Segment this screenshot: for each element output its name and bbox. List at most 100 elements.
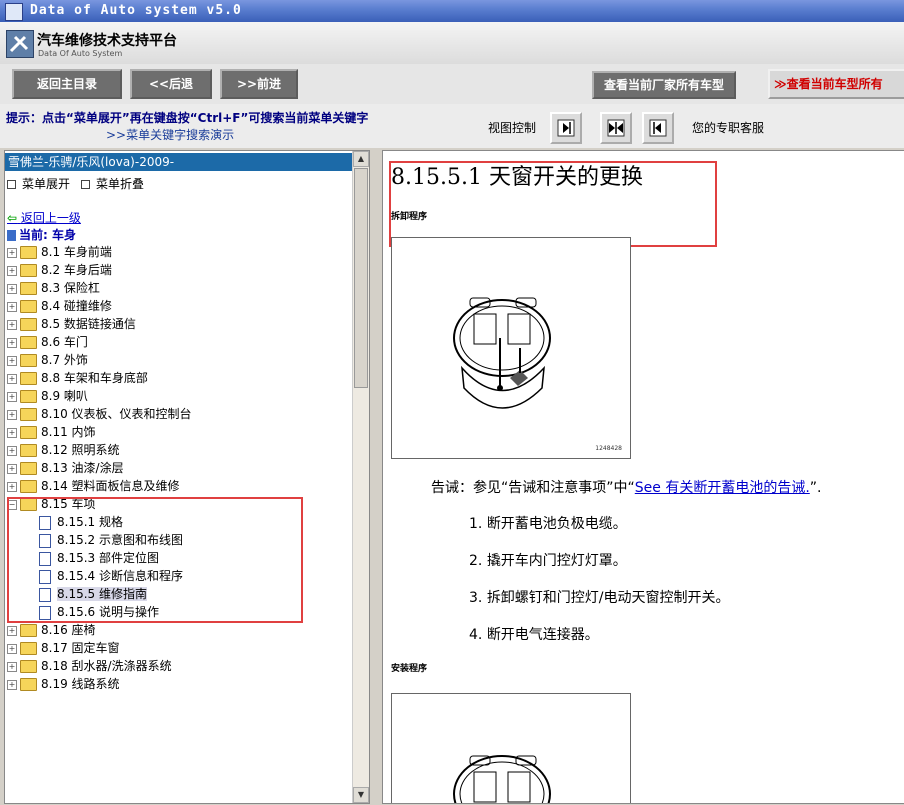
tree-item[interactable]: +8.6 车门: [7, 333, 88, 351]
tree-item[interactable]: +8.7 外饰: [7, 351, 88, 369]
battery-warning-link[interactable]: See 有关断开蓄电池的告诫.: [635, 480, 810, 496]
tree-item-label: 8.10 仪表板、仪表和控制台: [41, 407, 192, 421]
tree-item-label: 8.11 内饰: [41, 425, 96, 439]
forward-button[interactable]: >>前进: [220, 69, 298, 99]
tree-item-label: 8.8 车架和车身底部: [41, 371, 148, 385]
folder-icon: [20, 246, 37, 259]
green-arrow-left-icon: ⇦: [7, 211, 18, 225]
window-titlebar[interactable]: Data of Auto system v5.0: [0, 0, 904, 22]
tools-logo-icon: [6, 30, 34, 58]
folder-icon: [20, 624, 37, 637]
tree-item[interactable]: +8.13 油漆/涂层: [7, 459, 124, 477]
tree-item[interactable]: +8.11 内饰: [7, 423, 96, 441]
tree-item-label: 8.7 外饰: [41, 353, 88, 367]
tree-item-label: 8.17 固定车窗: [41, 641, 120, 655]
folder-icon: [20, 282, 37, 295]
step-item: 4. 断开电气连接器。: [469, 624, 599, 644]
collapse-box-icon: [81, 180, 90, 189]
view-expand-right-button[interactable]: [550, 112, 582, 144]
tree-item[interactable]: +8.17 固定车窗: [7, 639, 120, 657]
tree-item[interactable]: +8.4 碰撞维修: [7, 297, 112, 315]
tree-item-label: 8.9 喇叭: [41, 389, 88, 403]
highlight-box: [7, 497, 303, 623]
figure1-number: 1248428: [595, 445, 622, 452]
window-title: Data of Auto system v5.0: [30, 3, 242, 18]
warning-text: 告诫：参见“告诫和注意事项”中“See 有关断开蓄电池的告诫.”.: [431, 477, 821, 497]
step-number: 2.: [469, 553, 483, 569]
tree-item[interactable]: +8.16 座椅: [7, 621, 96, 639]
tree-item[interactable]: +8.3 保险杠: [7, 279, 100, 297]
folder-icon: [20, 462, 37, 475]
split-arrows-icon: [607, 119, 625, 137]
tree-item-label: 8.14 塑料面板信息及维修: [41, 479, 180, 493]
step-item: 1. 断开蓄电池负极电缆。: [469, 513, 627, 533]
back-up-link[interactable]: ⇦ 返回上一级: [7, 209, 81, 226]
tree-item[interactable]: +8.18 刮水器/洗涤器系统: [7, 657, 172, 675]
plus-icon: +: [7, 463, 17, 474]
panel-splitter[interactable]: [370, 150, 380, 802]
scroll-down-icon[interactable]: ▼: [353, 787, 369, 803]
current-model-button[interactable]: ≫查看当前车型所有: [768, 69, 904, 99]
search-demo-link[interactable]: >>菜单关键字搜索演示: [106, 126, 234, 143]
scroll-thumb[interactable]: [354, 168, 368, 388]
tree-item[interactable]: +8.5 数据链接通信: [7, 315, 136, 333]
tree-item[interactable]: +8.12 照明系统: [7, 441, 120, 459]
install-heading: 安装程序: [391, 664, 428, 674]
home-button[interactable]: 返回主目录: [12, 69, 122, 99]
tree-item-label: 8.13 油漆/涂层: [41, 461, 124, 475]
app-name: 汽车维修技术支持平台: [37, 33, 177, 49]
plus-icon: +: [7, 445, 17, 456]
folder-icon: [20, 390, 37, 403]
plus-icon: +: [7, 643, 17, 654]
tree-item[interactable]: +8.2 车身后端: [7, 261, 112, 279]
folder-icon: [20, 372, 37, 385]
warning-prefix: 告诫：参见“告诫和注意事项”中“: [431, 480, 635, 496]
folder-icon: [20, 354, 37, 367]
step-number: 1.: [469, 516, 483, 532]
back-up-label: 返回上一级: [20, 211, 81, 225]
tree-item[interactable]: +8.8 车架和车身底部: [7, 369, 148, 387]
plus-icon: +: [7, 409, 17, 420]
customer-service-label[interactable]: 您的专职客服: [692, 119, 764, 136]
tree-item[interactable]: +8.19 线路系统: [7, 675, 120, 693]
step-item: 2. 撬开车内门控灯灯罩。: [469, 550, 627, 570]
plus-icon: +: [7, 337, 17, 348]
install-figure: [391, 693, 631, 803]
menu-expand-button[interactable]: 菜单展开: [7, 175, 70, 192]
hint-bar: 提示：点击“菜单展开”再在键盘按“Ctrl+F”可搜索当前菜单关键字 >>菜单关…: [0, 104, 904, 148]
folder-icon: [20, 318, 37, 331]
tree-item-label: 8.1 车身前端: [41, 245, 112, 259]
plus-icon: +: [7, 391, 17, 402]
tree-scrollbar[interactable]: ▲ ▼: [352, 151, 369, 803]
back-button[interactable]: <<后退: [130, 69, 212, 99]
folder-icon: [20, 678, 37, 691]
folder-icon: [20, 300, 37, 313]
tree-item[interactable]: +8.10 仪表板、仪表和控制台: [7, 405, 192, 423]
book-icon: [7, 230, 16, 241]
folder-icon: [20, 426, 37, 439]
menu-collapse-button[interactable]: 菜单折叠: [81, 175, 144, 192]
menu-expand-label: 菜单展开: [22, 177, 71, 191]
plus-icon: +: [7, 301, 17, 312]
app-header: 汽车维修技术支持平台 Data Of Auto System: [0, 22, 904, 65]
step-text: 拆卸螺钉和门控灯/电动天窗控制开关。: [486, 590, 730, 606]
scroll-up-icon[interactable]: ▲: [353, 151, 369, 167]
plus-icon: +: [7, 625, 17, 636]
plus-icon: +: [7, 427, 17, 438]
folder-icon: [20, 444, 37, 457]
tree-item-label: 8.6 车门: [41, 335, 88, 349]
view-split-button[interactable]: [600, 112, 632, 144]
plus-icon: +: [7, 661, 17, 672]
arrow-right-icon: [557, 119, 575, 137]
tree-item[interactable]: +8.1 车身前端: [7, 243, 112, 261]
tree-item-label: 8.2 车身后端: [41, 263, 112, 277]
maker-models-button[interactable]: 查看当前厂家所有车型: [592, 71, 736, 99]
step-text: 断开蓄电池负极电缆。: [486, 516, 627, 532]
tree-item-label: 8.18 刮水器/洗涤器系统: [41, 659, 172, 673]
tree-item-label: 8.19 线路系统: [41, 677, 120, 691]
plus-icon: +: [7, 247, 17, 258]
step-text: 断开电气连接器。: [486, 627, 599, 643]
tree-item[interactable]: +8.14 塑料面板信息及维修: [7, 477, 180, 495]
view-expand-left-button[interactable]: [642, 112, 674, 144]
tree-item[interactable]: +8.9 喇叭: [7, 387, 88, 405]
